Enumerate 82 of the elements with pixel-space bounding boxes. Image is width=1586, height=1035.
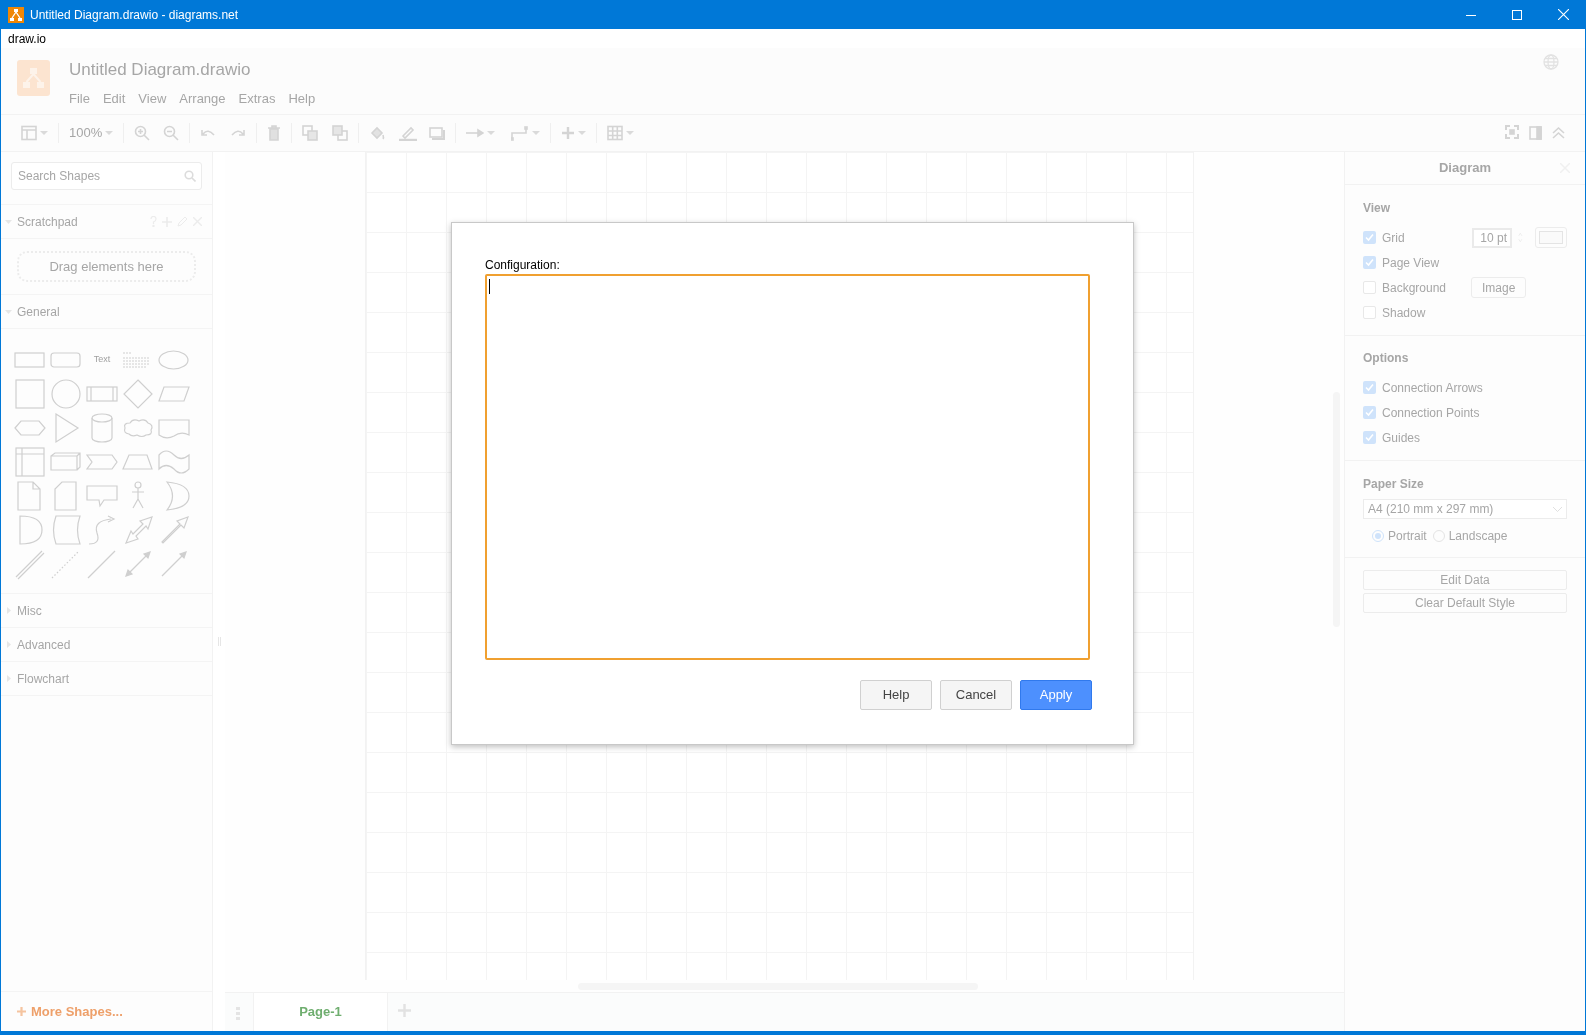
radio-label[interactable]: Portrait: [1388, 527, 1427, 545]
configuration-textarea[interactable]: [485, 274, 1090, 660]
menu-item[interactable]: Extras: [238, 88, 276, 108]
checkbox-label[interactable]: Connection Points: [1382, 403, 1480, 422]
scratchpad-drop-zone[interactable]: Drag elements here: [17, 251, 196, 282]
fullscreen-icon[interactable]: [1505, 125, 1519, 141]
checkbox-label[interactable]: Page View: [1382, 253, 1462, 272]
plus-icon: [17, 1007, 26, 1016]
radio-label[interactable]: Landscape: [1448, 527, 1508, 545]
text-cursor: [489, 279, 490, 294]
section-title[interactable]: Scratchpad: [17, 212, 78, 231]
checkbox[interactable]: [1363, 406, 1376, 419]
grid-size-field[interactable]: 10 pt: [1472, 227, 1512, 248]
section-title[interactable]: Advanced: [17, 635, 71, 654]
section-title[interactable]: General: [17, 302, 60, 321]
square-icon[interactable]: [12, 377, 48, 411]
zoom-out-icon[interactable]: [163, 125, 180, 141]
menu-item[interactable]: draw.io: [8, 29, 47, 48]
checkbox-label[interactable]: Shadow: [1382, 303, 1462, 322]
internal-storage-icon[interactable]: [12, 445, 48, 479]
search-icon: [184, 170, 196, 182]
maximize-icon[interactable]: [1512, 9, 1522, 20]
paper-size-select[interactable]: A4 (210 mm x 297 mm): [1363, 499, 1567, 519]
line-color-icon[interactable]: [399, 125, 418, 141]
caret-icon[interactable]: [105, 131, 114, 135]
search-field[interactable]: Search Shapes: [11, 162, 202, 190]
format-panel-icon[interactable]: [1529, 125, 1542, 141]
table-icon[interactable]: [607, 125, 624, 141]
to-front-icon[interactable]: [302, 125, 319, 141]
panel-button[interactable]: Edit Data: [1363, 570, 1567, 590]
section-heading: View: [1363, 200, 1392, 217]
image-button[interactable]: Image: [1471, 277, 1527, 298]
checkbox[interactable]: [1363, 381, 1376, 394]
checkbox-label[interactable]: Guides: [1382, 428, 1462, 447]
window-title: Untitled Diagram.drawio - diagrams.net: [30, 6, 239, 24]
globe-icon[interactable]: [1543, 54, 1559, 70]
menu-item[interactable]: Help: [288, 88, 316, 108]
waypoint-icon[interactable]: [511, 125, 530, 141]
caret-icon[interactable]: [626, 131, 635, 135]
more-shapes-button[interactable]: More Shapes...: [17, 1001, 123, 1022]
dialog-button[interactable]: Help: [860, 680, 932, 710]
to-back-icon[interactable]: [332, 125, 349, 141]
zoom-dropdown[interactable]: 100%: [69, 123, 114, 143]
layout-icon[interactable]: [21, 125, 37, 141]
app-logo-icon: [17, 60, 50, 96]
caret-icon[interactable]: [532, 131, 541, 135]
section-title[interactable]: Misc: [17, 601, 42, 620]
checkbox[interactable]: [1363, 231, 1376, 244]
fill-color-icon[interactable]: [369, 125, 386, 141]
panel-button[interactable]: Clear Default Style: [1363, 593, 1567, 613]
trash-icon[interactable]: [267, 125, 282, 141]
panel-title: Diagram: [1439, 159, 1491, 178]
text-shape[interactable]: Text: [84, 343, 120, 377]
plus-icon[interactable]: [561, 125, 576, 141]
shadow-icon[interactable]: [429, 125, 446, 141]
dialog-button[interactable]: Cancel: [940, 680, 1012, 710]
zoom-in-icon[interactable]: [134, 125, 151, 141]
section-heading: Options: [1363, 350, 1410, 367]
checkbox-label[interactable]: Connection Arrows: [1382, 378, 1483, 397]
menu-item[interactable]: View: [138, 88, 167, 108]
document-title[interactable]: Untitled Diagram.drawio: [69, 57, 251, 83]
add-page-icon[interactable]: [398, 1004, 411, 1017]
caret-icon[interactable]: [578, 131, 587, 135]
configuration-label: Configuration:: [485, 257, 560, 274]
checkbox-label[interactable]: Grid: [1382, 228, 1462, 247]
caret-icon[interactable]: [487, 131, 496, 135]
menu-item[interactable]: Edit: [102, 88, 126, 108]
app-logo-icon: [8, 6, 24, 23]
menu-item[interactable]: Arrange: [179, 88, 226, 108]
checkbox[interactable]: [1363, 256, 1376, 269]
menu-item[interactable]: File: [69, 88, 90, 108]
chevron-down-icon: [1553, 506, 1562, 512]
section-heading: Paper Size: [1363, 476, 1425, 493]
collapse-icon[interactable]: [1552, 125, 1565, 141]
caret-icon[interactable]: [40, 131, 48, 135]
checkbox[interactable]: [1363, 431, 1376, 444]
page-tab[interactable]: Page-1: [253, 993, 388, 1031]
section-title[interactable]: Flowchart: [17, 669, 69, 688]
apply-button[interactable]: Apply: [1020, 680, 1092, 710]
circle-icon[interactable]: [48, 377, 84, 411]
grid-color-button[interactable]: [1534, 227, 1567, 248]
checkbox-label[interactable]: Background: [1382, 278, 1462, 297]
